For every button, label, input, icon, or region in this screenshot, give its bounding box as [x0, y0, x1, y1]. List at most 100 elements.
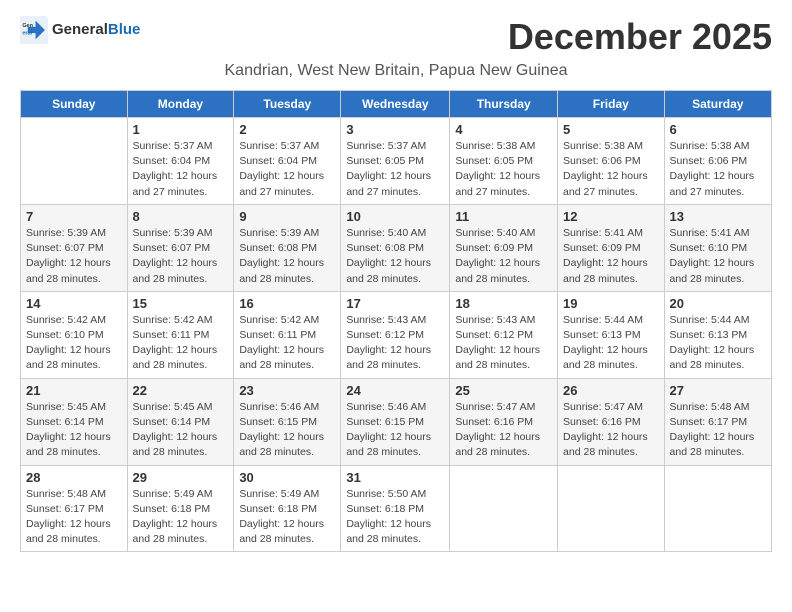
day-number: 19 — [563, 296, 659, 311]
calendar-cell: 24 Sunrise: 5:46 AM Sunset: 6:15 PM Dayli… — [341, 378, 450, 465]
day-detail: Sunrise: 5:44 AM Sunset: 6:13 PM Dayligh… — [563, 313, 659, 374]
day-number: 1 — [133, 122, 229, 137]
day-of-week-header: Tuesday — [234, 91, 341, 118]
calendar-week-row: 28 Sunrise: 5:48 AM Sunset: 6:17 PM Dayli… — [21, 465, 772, 552]
calendar-cell: 4 Sunrise: 5:38 AM Sunset: 6:05 PM Daylig… — [450, 118, 558, 205]
day-number: 10 — [346, 209, 444, 224]
day-number: 12 — [563, 209, 659, 224]
day-number: 14 — [26, 296, 122, 311]
day-of-week-header: Wednesday — [341, 91, 450, 118]
calendar-cell: 17 Sunrise: 5:43 AM Sunset: 6:12 PM Dayli… — [341, 291, 450, 378]
day-of-week-header: Thursday — [450, 91, 558, 118]
svg-text:Gen: Gen — [22, 23, 33, 29]
day-number: 11 — [455, 209, 552, 224]
calendar-cell: 31Sunrise: 5:50 AM Sunset: 6:18 PM Dayli… — [341, 465, 450, 552]
day-detail: Sunrise: 5:38 AM Sunset: 6:06 PM Dayligh… — [670, 139, 766, 200]
calendar-cell: 27Sunrise: 5:48 AM Sunset: 6:17 PM Dayli… — [664, 378, 771, 465]
day-number: 29 — [133, 470, 229, 485]
calendar-cell: 13Sunrise: 5:41 AM Sunset: 6:10 PM Dayli… — [664, 204, 771, 291]
day-number: 13 — [670, 209, 766, 224]
calendar-week-row: 14 Sunrise: 5:42 AM Sunset: 6:10 PM Dayli… — [21, 291, 772, 378]
day-detail: Sunrise: 5:46 AM Sunset: 6:15 PM Dayligh… — [346, 400, 444, 461]
calendar-cell: 7Sunrise: 5:39 AM Sunset: 6:07 PM Daylig… — [21, 204, 128, 291]
calendar-cell: 19 Sunrise: 5:44 AM Sunset: 6:13 PM Dayli… — [558, 291, 665, 378]
calendar-cell: 28 Sunrise: 5:48 AM Sunset: 6:17 PM Dayli… — [21, 465, 128, 552]
day-detail: Sunrise: 5:37 AM Sunset: 6:05 PM Dayligh… — [346, 139, 444, 200]
calendar-cell: 26 Sunrise: 5:47 AM Sunset: 6:16 PM Dayli… — [558, 378, 665, 465]
day-number: 15 — [133, 296, 229, 311]
day-of-week-header: Saturday — [664, 91, 771, 118]
day-number: 25 — [455, 383, 552, 398]
day-detail: Sunrise: 5:38 AM Sunset: 6:05 PM Dayligh… — [455, 139, 552, 200]
day-detail: Sunrise: 5:40 AM Sunset: 6:09 PM Dayligh… — [455, 226, 552, 287]
day-detail: Sunrise: 5:39 AM Sunset: 6:08 PM Dayligh… — [239, 226, 335, 287]
calendar-cell: 21Sunrise: 5:45 AM Sunset: 6:14 PM Dayli… — [21, 378, 128, 465]
day-detail: Sunrise: 5:42 AM Sunset: 6:11 PM Dayligh… — [239, 313, 335, 374]
calendar-cell: 29 Sunrise: 5:49 AM Sunset: 6:18 PM Dayli… — [127, 465, 234, 552]
day-of-week-header: Friday — [558, 91, 665, 118]
calendar-week-row: 7 Sunrise: 5:39 AM Sunset: 6:07 PM Daylig… — [21, 204, 772, 291]
calendar-body: 1 Sunrise: 5:37 AM Sunset: 6:04 PM Daylig… — [21, 118, 772, 552]
day-detail: Sunrise: 5:49 AM Sunset: 6:18 PM Dayligh… — [239, 487, 335, 548]
day-number: 3 — [346, 122, 444, 137]
month-title: December 2025 — [508, 16, 772, 58]
calendar-cell: 8Sunrise: 5:39 AM Sunset: 6:07 PM Daylig… — [127, 204, 234, 291]
calendar-cell: 30Sunrise: 5:49 AM Sunset: 6:18 PM Dayli… — [234, 465, 341, 552]
day-number: 17 — [346, 296, 444, 311]
day-number: 2 — [239, 122, 335, 137]
day-of-week-header: Sunday — [21, 91, 128, 118]
calendar-cell — [450, 465, 558, 552]
calendar-cell: 22Sunrise: 5:45 AM Sunset: 6:14 PM Dayli… — [127, 378, 234, 465]
day-detail: Sunrise: 5:48 AM Sunset: 6:17 PM Dayligh… — [26, 487, 122, 548]
calendar-cell: 11 Sunrise: 5:40 AM Sunset: 6:09 PM Dayli… — [450, 204, 558, 291]
calendar-cell: 23 Sunrise: 5:46 AM Sunset: 6:15 PM Dayli… — [234, 378, 341, 465]
calendar-header-row: SundayMondayTuesdayWednesdayThursdayFrid… — [21, 91, 772, 118]
day-detail: Sunrise: 5:43 AM Sunset: 6:12 PM Dayligh… — [346, 313, 444, 374]
day-of-week-header: Monday — [127, 91, 234, 118]
calendar-cell: 12 Sunrise: 5:41 AM Sunset: 6:09 PM Dayli… — [558, 204, 665, 291]
day-number: 7 — [26, 209, 122, 224]
logo: Gen eral GeneralBlue — [20, 16, 140, 44]
day-number: 4 — [455, 122, 552, 137]
svg-text:eral: eral — [22, 31, 32, 37]
day-number: 28 — [26, 470, 122, 485]
day-detail: Sunrise: 5:42 AM Sunset: 6:11 PM Dayligh… — [133, 313, 229, 374]
calendar-cell: 1Sunrise: 5:37 AM Sunset: 6:04 PM Daylig… — [127, 118, 234, 205]
calendar-cell: 6Sunrise: 5:38 AM Sunset: 6:06 PM Daylig… — [664, 118, 771, 205]
calendar-cell: 14 Sunrise: 5:42 AM Sunset: 6:10 PM Dayli… — [21, 291, 128, 378]
day-number: 9 — [239, 209, 335, 224]
day-detail: Sunrise: 5:40 AM Sunset: 6:08 PM Dayligh… — [346, 226, 444, 287]
day-number: 24 — [346, 383, 444, 398]
day-detail: Sunrise: 5:48 AM Sunset: 6:17 PM Dayligh… — [670, 400, 766, 461]
logo-text: GeneralBlue — [52, 21, 140, 39]
day-detail: Sunrise: 5:41 AM Sunset: 6:09 PM Dayligh… — [563, 226, 659, 287]
day-number: 20 — [670, 296, 766, 311]
calendar-cell: 18 Sunrise: 5:43 AM Sunset: 6:12 PM Dayli… — [450, 291, 558, 378]
day-detail: Sunrise: 5:47 AM Sunset: 6:16 PM Dayligh… — [563, 400, 659, 461]
calendar-cell: 3 Sunrise: 5:37 AM Sunset: 6:05 PM Daylig… — [341, 118, 450, 205]
day-detail: Sunrise: 5:39 AM Sunset: 6:07 PM Dayligh… — [133, 226, 229, 287]
logo-general: GeneralBlue — [52, 21, 140, 39]
calendar-week-row: 1 Sunrise: 5:37 AM Sunset: 6:04 PM Daylig… — [21, 118, 772, 205]
day-number: 16 — [239, 296, 335, 311]
calendar-week-row: 21Sunrise: 5:45 AM Sunset: 6:14 PM Dayli… — [21, 378, 772, 465]
page-header: Gen eral GeneralBlue December 2025 — [20, 16, 772, 58]
calendar-cell: 25 Sunrise: 5:47 AM Sunset: 6:16 PM Dayli… — [450, 378, 558, 465]
day-detail: Sunrise: 5:49 AM Sunset: 6:18 PM Dayligh… — [133, 487, 229, 548]
day-detail: Sunrise: 5:44 AM Sunset: 6:13 PM Dayligh… — [670, 313, 766, 374]
day-detail: Sunrise: 5:50 AM Sunset: 6:18 PM Dayligh… — [346, 487, 444, 548]
day-number: 23 — [239, 383, 335, 398]
calendar-cell — [664, 465, 771, 552]
day-detail: Sunrise: 5:46 AM Sunset: 6:15 PM Dayligh… — [239, 400, 335, 461]
day-detail: Sunrise: 5:47 AM Sunset: 6:16 PM Dayligh… — [455, 400, 552, 461]
day-number: 22 — [133, 383, 229, 398]
day-number: 18 — [455, 296, 552, 311]
day-detail: Sunrise: 5:42 AM Sunset: 6:10 PM Dayligh… — [26, 313, 122, 374]
day-number: 26 — [563, 383, 659, 398]
day-detail: Sunrise: 5:37 AM Sunset: 6:04 PM Dayligh… — [239, 139, 335, 200]
calendar-cell: 5Sunrise: 5:38 AM Sunset: 6:06 PM Daylig… — [558, 118, 665, 205]
day-detail: Sunrise: 5:43 AM Sunset: 6:12 PM Dayligh… — [455, 313, 552, 374]
calendar-cell: 15 Sunrise: 5:42 AM Sunset: 6:11 PM Dayli… — [127, 291, 234, 378]
day-detail: Sunrise: 5:38 AM Sunset: 6:06 PM Dayligh… — [563, 139, 659, 200]
day-number: 21 — [26, 383, 122, 398]
